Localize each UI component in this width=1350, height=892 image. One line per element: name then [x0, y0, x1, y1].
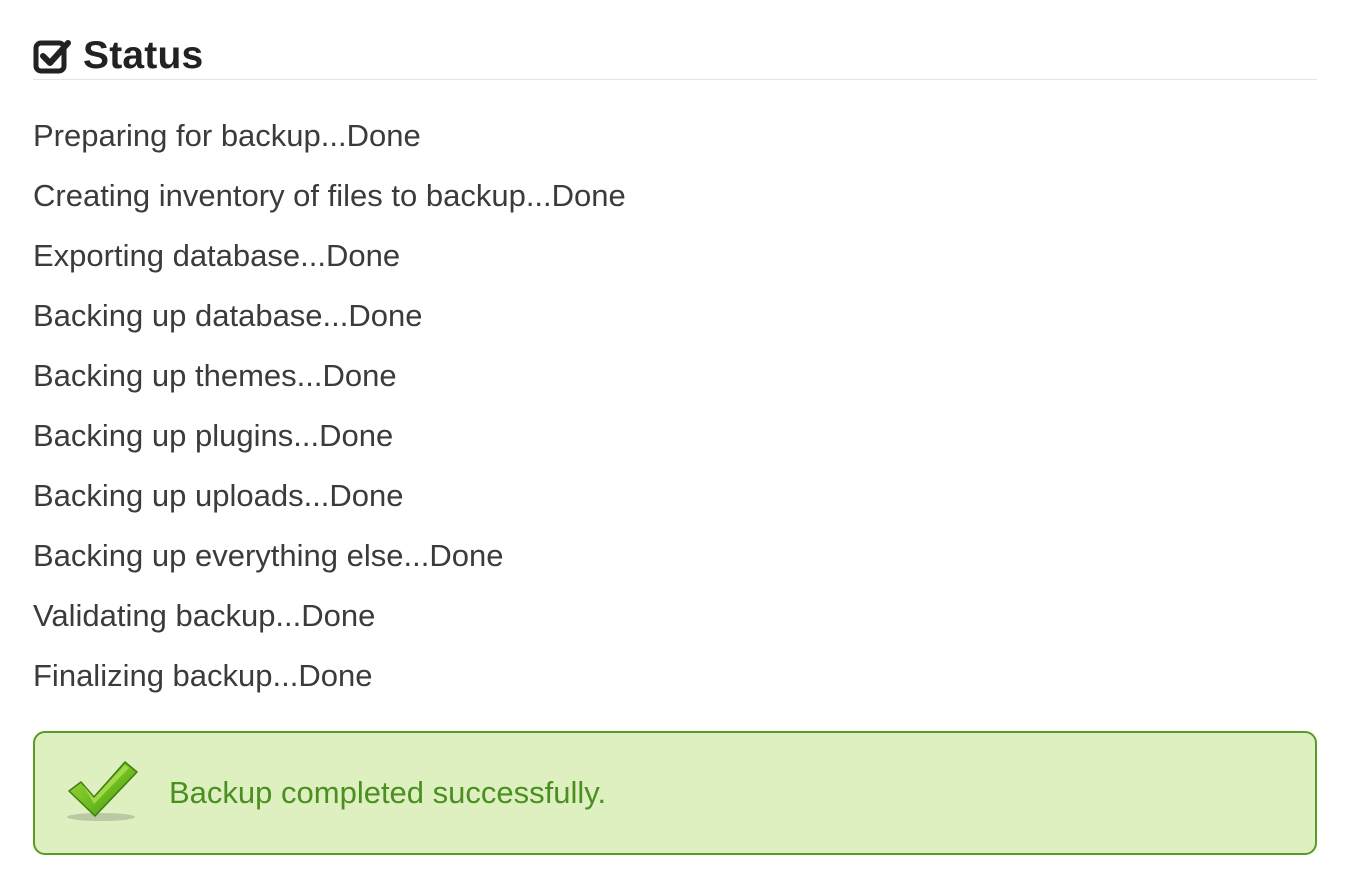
status-title: Status: [83, 33, 204, 77]
green-checkmark-icon: [63, 758, 143, 826]
log-item: Preparing for backup...Done: [33, 118, 421, 153]
log-item: Finalizing backup...Done: [33, 658, 373, 693]
log-item: Exporting database...Done: [33, 238, 401, 273]
success-notice: Backup completed successfully.: [33, 731, 1317, 855]
status-log: Preparing for backup...Done Creating inv…: [33, 112, 1317, 712]
status-panel: Status Preparing for backup...Done Creat…: [33, 34, 1317, 712]
log-item: Backing up everything else...Done: [33, 538, 504, 573]
check-square-icon: [33, 37, 71, 75]
log-item: Backing up plugins...Done: [33, 418, 394, 453]
log-item: Backing up themes...Done: [33, 358, 397, 393]
status-header: Status: [33, 34, 1317, 80]
success-message: Backup completed successfully.: [169, 775, 607, 810]
log-item: Backing up database...Done: [33, 298, 423, 333]
log-item: Validating backup...Done: [33, 598, 376, 633]
log-item: Creating inventory of files to backup...…: [33, 178, 626, 213]
log-item: Backing up uploads...Done: [33, 478, 404, 513]
